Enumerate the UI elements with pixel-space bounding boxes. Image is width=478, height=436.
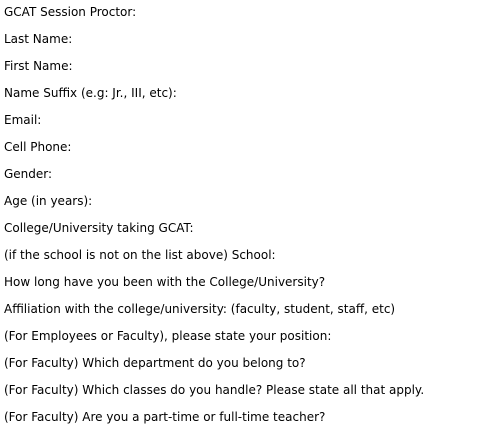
label-classes: (For Faculty) Which classes do you handl… (4, 383, 425, 397)
label-age: Age (in years): (4, 194, 93, 208)
registration-form-labels: GCAT Session Proctor: Last Name: First N… (4, 4, 424, 436)
label-gcat-session-proctor: GCAT Session Proctor: (4, 5, 137, 19)
label-college-university: College/University taking GCAT: (4, 221, 194, 235)
label-email: Email: (4, 113, 42, 127)
label-employment-type: (For Faculty) Are you a part-time or ful… (4, 410, 326, 424)
label-position: (For Employees or Faculty), please state… (4, 329, 332, 343)
label-affiliation: Affiliation with the college/university:… (4, 302, 396, 316)
label-other-school: (if the school is not on the list above)… (4, 248, 276, 262)
label-name-suffix: Name Suffix (e.g: Jr., III, etc): (4, 86, 177, 100)
label-last-name: Last Name: (4, 32, 73, 46)
label-tenure: How long have you been with the College/… (4, 275, 326, 289)
label-gender: Gender: (4, 167, 53, 181)
label-department: (For Faculty) Which department do you be… (4, 356, 306, 370)
label-cell-phone: Cell Phone: (4, 140, 72, 154)
label-first-name: First Name: (4, 59, 73, 73)
